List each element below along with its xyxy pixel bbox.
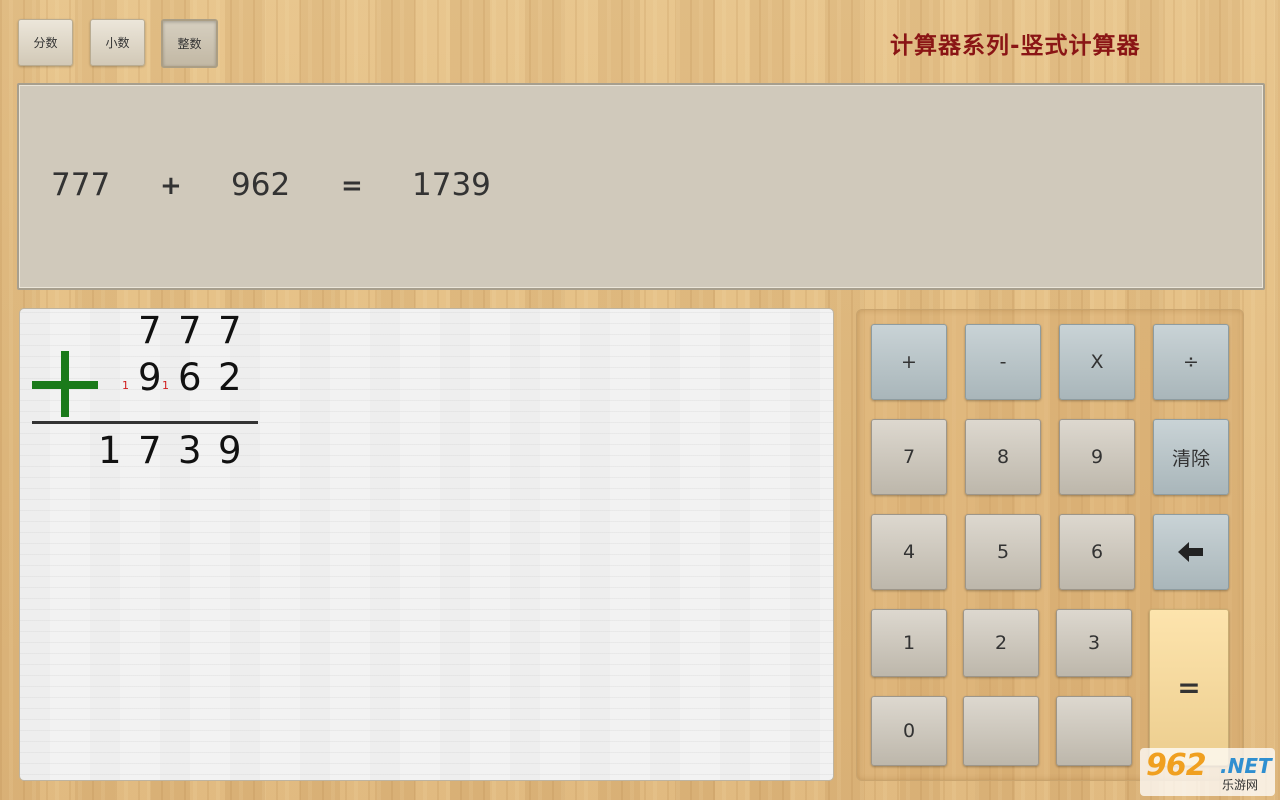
digit-9-key[interactable]: 9: [1059, 419, 1135, 495]
digit-6-key[interactable]: 6: [1059, 514, 1135, 590]
result-digit: 7: [138, 429, 162, 472]
middle-digit: 9: [138, 356, 162, 399]
plus-key[interactable]: +: [871, 324, 947, 400]
top-digit: 7: [178, 309, 202, 352]
result-digit: 1: [98, 429, 122, 472]
plus-operator-icon: [61, 351, 69, 417]
display-operand1: 777: [51, 167, 111, 203]
digit-1-key[interactable]: 1: [871, 609, 947, 677]
equals-key[interactable]: =: [1149, 609, 1229, 766]
display-operator: +: [160, 171, 182, 201]
clear-key[interactable]: 清除: [1153, 419, 1229, 495]
blank-key[interactable]: [1056, 696, 1132, 766]
top-digit: 7: [138, 309, 162, 352]
display-operand2: 962: [231, 167, 291, 203]
multiply-key[interactable]: X: [1059, 324, 1135, 400]
result-digit: 9: [218, 429, 242, 472]
blank-key[interactable]: [963, 696, 1039, 766]
integer-mode-button[interactable]: 整数: [161, 19, 218, 68]
minus-key[interactable]: -: [965, 324, 1041, 400]
keypad: + - X ÷ 7 8 9 清除 4 5 6 1 2 3 = 0: [856, 309, 1244, 781]
decimal-mode-button[interactable]: 小数: [90, 19, 145, 66]
digit-5-key[interactable]: 5: [965, 514, 1041, 590]
middle-digit: 6: [178, 356, 202, 399]
digit-7-key[interactable]: 7: [871, 419, 947, 495]
digit-8-key[interactable]: 8: [965, 419, 1041, 495]
carry-digit: 1: [162, 379, 169, 392]
digit-2-key[interactable]: 2: [963, 609, 1039, 677]
display-result: 1739: [412, 167, 491, 203]
sum-line: [32, 421, 258, 424]
watermark-site-name: 乐游网: [1222, 778, 1259, 792]
expression-display: 777 + 962 = 1739: [17, 83, 1265, 290]
top-digit: 7: [218, 309, 242, 352]
digit-0-key[interactable]: 0: [871, 696, 947, 766]
middle-digit: 2: [218, 356, 242, 399]
site-watermark: 962 .NET 乐游网: [1140, 748, 1275, 796]
display-equals: =: [341, 171, 363, 201]
arrow-left-icon: [1178, 542, 1203, 562]
result-digit: 3: [178, 429, 202, 472]
backspace-key[interactable]: [1153, 514, 1229, 590]
divide-key[interactable]: ÷: [1153, 324, 1229, 400]
app-title: 计算器系列-竖式计算器: [890, 33, 1141, 59]
vertical-calculation-paper: 7 7 7 1 9 1 6 2 1 7 3 9: [19, 308, 834, 781]
watermark-number: 962: [1146, 748, 1207, 783]
fraction-mode-button[interactable]: 分数: [18, 19, 73, 66]
digit-4-key[interactable]: 4: [871, 514, 947, 590]
watermark-net: .NET: [1220, 754, 1272, 778]
carry-digit: 1: [122, 379, 129, 392]
digit-3-key[interactable]: 3: [1056, 609, 1132, 677]
